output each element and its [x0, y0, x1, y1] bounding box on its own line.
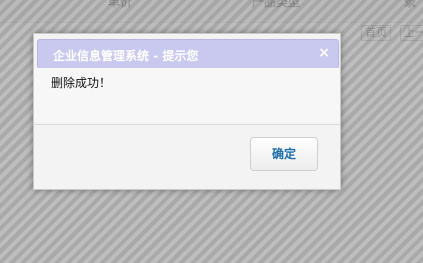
confirm-button[interactable]: 确定	[250, 137, 318, 171]
dialog-divider	[34, 124, 340, 125]
dialog-titlebar: 企业信息管理系统 - 提示您 ×	[37, 39, 339, 69]
dialog-body: 删除成功！	[34, 68, 340, 122]
close-icon[interactable]: ×	[318, 44, 330, 62]
alert-dialog: 企业信息管理系统 - 提示您 × 删除成功！ 确定	[33, 33, 341, 190]
dialog-message: 删除成功！	[51, 76, 112, 90]
dialog-title: 企业信息管理系统 - 提示您	[53, 49, 199, 63]
